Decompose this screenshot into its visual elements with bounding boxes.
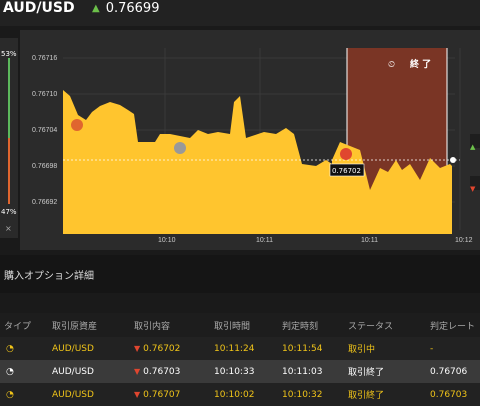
x-tick: 10:10	[158, 237, 176, 244]
table-row[interactable]: ◔ AUD/USD ▼ 0.76703 10:10:33 10:11:03 取引終…	[0, 360, 480, 383]
x-tick: 10:11	[256, 237, 273, 244]
y-tick: 0.76698	[32, 163, 57, 170]
up-bar	[8, 58, 10, 138]
down-arrow-icon: ▼	[134, 366, 141, 376]
section-title: 購入オプション詳細	[4, 271, 94, 282]
trade-marker	[340, 148, 352, 160]
y-tick: 0.76704	[32, 127, 57, 134]
trade-marker	[174, 142, 186, 154]
pair-title: AUD/USD	[3, 0, 75, 16]
col-header: 判定時刻	[281, 313, 347, 337]
gauge-icon: ◔	[6, 366, 14, 377]
y-tick: 0.76710	[32, 91, 57, 98]
close-icon[interactable]: ×	[5, 224, 12, 233]
header-bar: AUD/USD ▲ 0.76699	[0, 0, 480, 26]
price-tag: 0.76702	[332, 167, 361, 175]
current-price: ▲ 0.76699	[92, 1, 159, 16]
down-arrow-icon: ▼	[134, 389, 141, 399]
col-header: 取引原資産	[51, 313, 133, 337]
sentiment-gauge: 53% 47% ×	[0, 38, 18, 238]
col-header: 取引内容	[133, 313, 213, 337]
gauge-icon: ◔	[6, 389, 14, 400]
col-header: ステータス	[347, 313, 429, 337]
put-side-icon[interactable]: ▼	[470, 176, 480, 193]
section-header: 購入オプション詳細	[0, 255, 480, 293]
y-tick: 0.76692	[32, 199, 57, 206]
down-arrow-icon: ▼	[134, 343, 141, 353]
col-header: 取引時間	[213, 313, 281, 337]
table-row[interactable]: ◔ AUD/USD ▼ 0.76707 10:10:02 10:10:32 取引終…	[0, 383, 480, 406]
up-percent: 53%	[1, 50, 17, 58]
up-arrow-icon: ▲	[92, 3, 100, 14]
call-side-icon[interactable]: ▲	[470, 134, 480, 151]
y-tick: 0.76716	[32, 55, 57, 62]
clock-icon: ⏲	[388, 60, 395, 70]
x-tick: 10:11	[361, 237, 378, 244]
expiry-label: 終 了	[410, 58, 431, 70]
price-chart: 0.76716 0.76710 0.76704 0.76698 0.76692 …	[20, 30, 480, 250]
col-header: 判定レート	[429, 313, 480, 337]
trade-table: タイプ 取引原資産 取引内容 取引時間 判定時刻 ステータス 判定レート ◔ A…	[0, 313, 480, 406]
col-header: タイプ	[0, 313, 51, 337]
table-row[interactable]: ◔ AUD/USD ▼ 0.76702 10:11:24 10:11:54 取引中…	[0, 337, 480, 360]
gauge-icon: ◔	[6, 343, 14, 354]
down-bar	[8, 138, 10, 204]
down-percent: 47%	[1, 208, 17, 216]
x-tick: 10:12	[455, 237, 473, 244]
trade-marker	[71, 119, 83, 131]
price-value: 0.76699	[105, 1, 160, 16]
